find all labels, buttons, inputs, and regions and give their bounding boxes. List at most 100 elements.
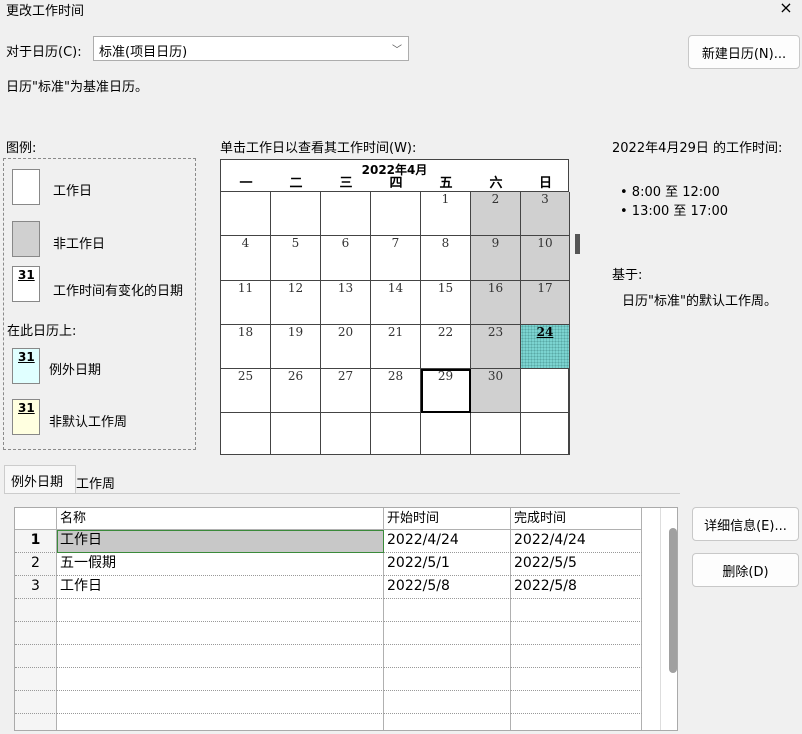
calendar-day[interactable]: 24 bbox=[521, 325, 570, 369]
tab-work-weeks[interactable]: 工作周 bbox=[76, 473, 115, 492]
work-times-heading: 2022年4月29日 的工作时间: bbox=[612, 141, 783, 156]
calendar-day[interactable]: 12 bbox=[271, 281, 321, 325]
table-empty-cell[interactable] bbox=[15, 714, 57, 730]
calendar-day[interactable]: 6 bbox=[321, 236, 371, 281]
calendar-day[interactable]: 9 bbox=[471, 236, 521, 281]
weekday-header: 四 bbox=[389, 176, 403, 191]
calendar-day[interactable]: 17 bbox=[521, 281, 570, 325]
calendar-day[interactable]: 4 bbox=[221, 236, 271, 281]
calendar-day[interactable]: 28 bbox=[371, 369, 421, 413]
calendar-day[interactable]: 21 bbox=[371, 325, 421, 369]
table-scrollbar[interactable] bbox=[660, 508, 677, 730]
calendar-day-number: 2 bbox=[491, 192, 500, 206]
table-empty-cell[interactable] bbox=[57, 622, 384, 645]
legend-nonworking-label: 非工作日 bbox=[53, 237, 106, 252]
table-empty-cell[interactable] bbox=[384, 622, 511, 645]
table-empty-cell[interactable] bbox=[57, 645, 384, 668]
tab-exceptions[interactable]: 例外日期 bbox=[11, 471, 63, 490]
calendar-day-number: 30 bbox=[487, 369, 504, 383]
calendar-day[interactable]: 7 bbox=[371, 236, 421, 281]
table-empty-cell[interactable] bbox=[511, 645, 642, 668]
calendar-day-number: 15 bbox=[437, 281, 454, 295]
calendar-day[interactable]: 29 bbox=[421, 369, 471, 413]
calendar-day[interactable]: 5 bbox=[271, 236, 321, 281]
calendar-select[interactable]: 标准(项目日历) ﹀ bbox=[93, 36, 409, 61]
table-header-cell[interactable]: 完成时间 bbox=[511, 508, 642, 530]
table-cell[interactable]: 2022/5/8 bbox=[384, 576, 511, 599]
calendar-day[interactable]: 20 bbox=[321, 325, 371, 369]
table-empty-cell[interactable] bbox=[384, 645, 511, 668]
table-row-number[interactable]: 3 bbox=[15, 576, 57, 599]
table-empty-cell[interactable] bbox=[15, 691, 57, 714]
work-time-1: • 8:00 至 12:00 bbox=[620, 185, 720, 200]
calendar-day[interactable]: 1 bbox=[421, 192, 471, 236]
weekday-header: 日 bbox=[538, 176, 552, 191]
calendar-day[interactable]: 26 bbox=[271, 369, 321, 413]
delete-button[interactable]: 删除(D) bbox=[692, 553, 799, 587]
calendar-day[interactable]: 18 bbox=[221, 325, 271, 369]
table-empty-cell[interactable] bbox=[511, 714, 642, 730]
calendar-day[interactable]: 3 bbox=[521, 192, 570, 236]
calendar-day[interactable]: 16 bbox=[471, 281, 521, 325]
details-button[interactable]: 详细信息(E)... bbox=[692, 507, 799, 541]
table-empty-cell[interactable] bbox=[384, 691, 511, 714]
table-header-cell[interactable] bbox=[15, 508, 57, 530]
table-empty-cell[interactable] bbox=[15, 645, 57, 668]
table-empty-cell[interactable] bbox=[15, 622, 57, 645]
calendar-day-number: 9 bbox=[491, 236, 500, 250]
legend-working-swatch bbox=[12, 169, 40, 205]
exceptions-table[interactable]: 名称 开始时间 完成时间 1 工作日 2022/4/24 2022/4/24 2 五一假期 202… bbox=[14, 507, 678, 731]
table-row-number[interactable]: 1 bbox=[15, 530, 57, 553]
table-empty-cell[interactable] bbox=[57, 668, 384, 691]
calendar-day-number: 17 bbox=[537, 281, 553, 295]
calendar-day[interactable]: 23 bbox=[471, 325, 521, 369]
calendar-day[interactable]: 10 bbox=[521, 236, 570, 281]
calendar-day-number: 14 bbox=[387, 281, 404, 295]
calendar-day[interactable]: 15 bbox=[421, 281, 471, 325]
table-header-cell[interactable]: 名称 bbox=[57, 508, 384, 530]
table-cell[interactable]: 2022/4/24 bbox=[511, 530, 642, 553]
table-cell[interactable]: 2022/5/5 bbox=[511, 553, 642, 576]
table-cell[interactable]: 2022/5/1 bbox=[384, 553, 511, 576]
calendar-day-number: 6 bbox=[341, 236, 350, 250]
table-empty-cell[interactable] bbox=[511, 599, 642, 622]
calendar-day[interactable]: 19 bbox=[271, 325, 321, 369]
calendar-day-number: 27 bbox=[337, 369, 354, 383]
calendar-day[interactable]: 14 bbox=[371, 281, 421, 325]
based-on-label: 基于: bbox=[612, 268, 643, 283]
calendar-empty-cell bbox=[271, 413, 321, 455]
table-cell[interactable]: 2022/4/24 bbox=[384, 530, 511, 553]
calendar-day[interactable]: 11 bbox=[221, 281, 271, 325]
legend-on-calendar-title: 在此日历上: bbox=[7, 324, 77, 339]
table-empty-cell[interactable] bbox=[511, 668, 642, 691]
table-row-number[interactable]: 2 bbox=[15, 553, 57, 576]
table-empty-cell[interactable] bbox=[15, 668, 57, 691]
table-empty-cell[interactable] bbox=[511, 691, 642, 714]
new-calendar-button[interactable]: 新建日历(N)... bbox=[688, 35, 800, 69]
month-calendar[interactable]: 2022年4月 一二三四五六日 1 2 3 4 5 6 7 8 9 10 11 12 13 14 15 16 17… bbox=[220, 159, 570, 455]
table-empty-cell[interactable] bbox=[511, 622, 642, 645]
close-icon[interactable]: × bbox=[774, 0, 798, 17]
calendar-day[interactable]: 13 bbox=[321, 281, 371, 325]
table-empty-cell[interactable] bbox=[384, 599, 511, 622]
calendar-day[interactable]: 25 bbox=[221, 369, 271, 413]
calendar-scroll-thumb[interactable] bbox=[575, 234, 580, 254]
calendar-day[interactable]: 30 bbox=[471, 369, 521, 413]
table-empty-cell[interactable] bbox=[384, 714, 511, 730]
table-cell[interactable]: 工作日 bbox=[57, 530, 384, 553]
table-empty-cell[interactable] bbox=[57, 599, 384, 622]
calendar-day[interactable]: 2 bbox=[471, 192, 521, 236]
table-scroll-thumb[interactable] bbox=[669, 528, 677, 673]
table-empty-cell[interactable] bbox=[57, 714, 384, 730]
calendar-day[interactable]: 27 bbox=[321, 369, 371, 413]
calendar-day[interactable]: 22 bbox=[421, 325, 471, 369]
table-cell[interactable]: 五一假期 bbox=[57, 553, 384, 576]
calendar-day-number: 23 bbox=[487, 325, 504, 339]
table-empty-cell[interactable] bbox=[57, 691, 384, 714]
table-header-cell[interactable]: 开始时间 bbox=[384, 508, 511, 530]
calendar-day[interactable]: 8 bbox=[421, 236, 471, 281]
table-cell[interactable]: 2022/5/8 bbox=[511, 576, 642, 599]
table-empty-cell[interactable] bbox=[384, 668, 511, 691]
table-cell[interactable]: 工作日 bbox=[57, 576, 384, 599]
table-empty-cell[interactable] bbox=[15, 599, 57, 622]
